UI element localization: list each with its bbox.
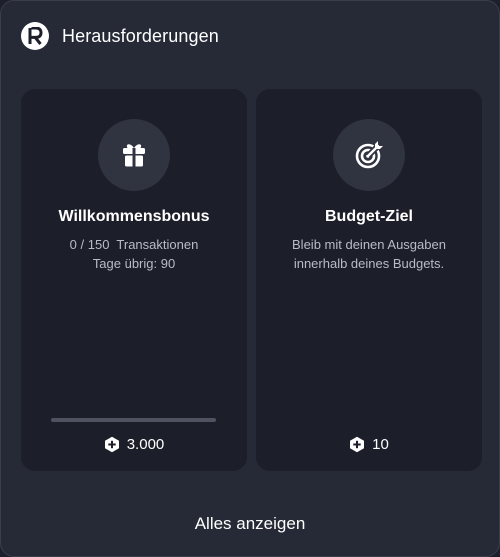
challenge-description: Bleib mit deinen Ausgaben innerhalb dein… [256, 235, 482, 273]
widget-title: Herausforderungen [62, 25, 219, 46]
challenge-card-welcome-bonus[interactable]: Willkommensbonus 0 / 150 Transaktionen T… [21, 89, 247, 471]
hexagon-plus-icon [104, 436, 119, 453]
challenge-description: 0 / 150 Transaktionen Tage übrig: 90 [21, 235, 247, 273]
revolut-logo-icon [21, 22, 49, 50]
challenge-title: Willkommensbonus [58, 208, 210, 225]
challenge-reward: 3.000 [21, 436, 247, 453]
challenge-reward-points: 3.000 [126, 436, 165, 453]
challenge-reward-points: 10 [372, 436, 389, 453]
target-icon [333, 119, 405, 191]
widget-header: Herausforderungen [21, 22, 219, 50]
challenge-progress-bar [51, 418, 216, 422]
hexagon-plus-icon [350, 436, 365, 453]
challenge-description-line-2: innerhalb deines Budgets. [293, 256, 445, 271]
challenge-days-left: Tage übrig: 90 [92, 256, 176, 271]
challenges-widget: Herausforderungen Willkommensbonus 0 / 1… [0, 0, 500, 557]
gift-icon [98, 119, 170, 191]
challenge-card-budget-goal[interactable]: Budget-Ziel Bleib mit deinen Ausgaben in… [256, 89, 482, 471]
challenge-transactions-count: 0 / 150 Transaktionen [69, 237, 199, 252]
challenge-title: Budget-Ziel [325, 208, 413, 225]
see-all-link[interactable]: Alles anzeigen [1, 514, 499, 534]
challenge-description-line-1: Bleib mit deinen Ausgaben [292, 237, 446, 252]
challenge-reward: 10 [256, 436, 482, 453]
